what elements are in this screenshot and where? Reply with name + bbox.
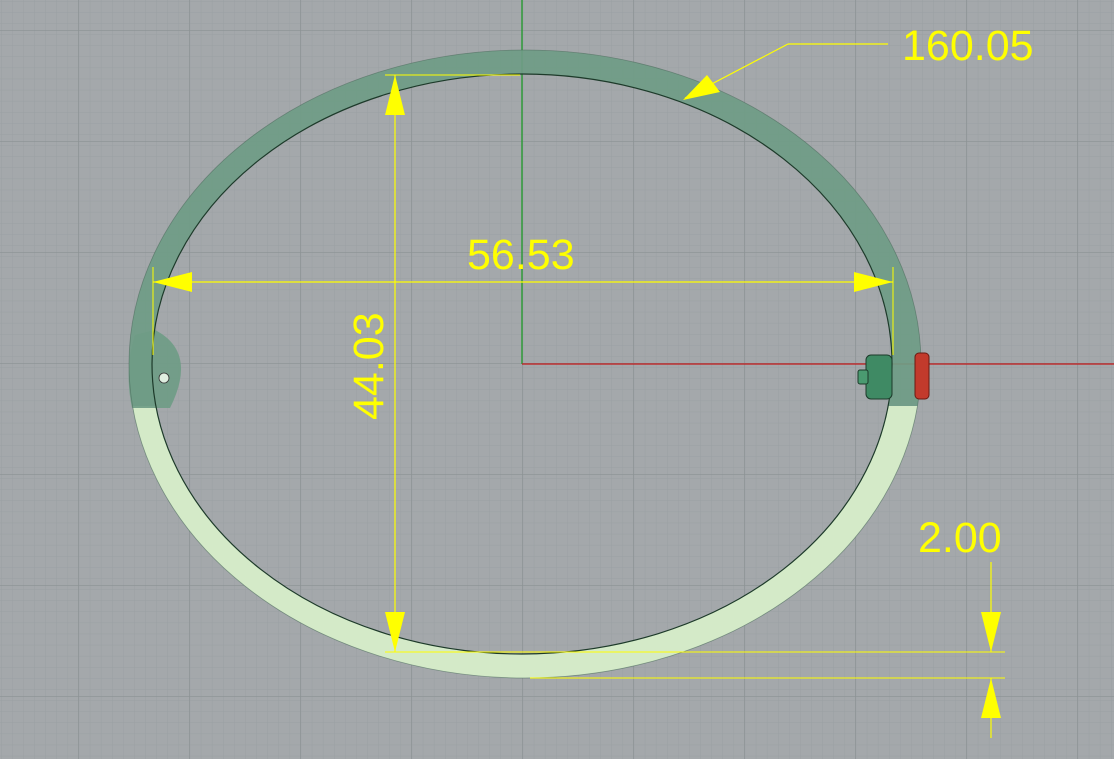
- clasp-cap: [914, 352, 930, 400]
- cad-viewport[interactable]: 160.05 56.53 44.03 2.00: [0, 0, 1114, 759]
- dimension-circumference-label[interactable]: 160.05: [902, 22, 1034, 70]
- bangle-ring[interactable]: [128, 49, 922, 679]
- lug-hole-icon: [158, 372, 170, 384]
- hinge-pin: [857, 369, 869, 385]
- dimension-height-label[interactable]: 44.03: [345, 312, 393, 420]
- dimension-width-label[interactable]: 56.53: [467, 231, 575, 279]
- dimension-thickness-label[interactable]: 2.00: [918, 514, 1002, 562]
- hinge-barrel: [865, 354, 893, 400]
